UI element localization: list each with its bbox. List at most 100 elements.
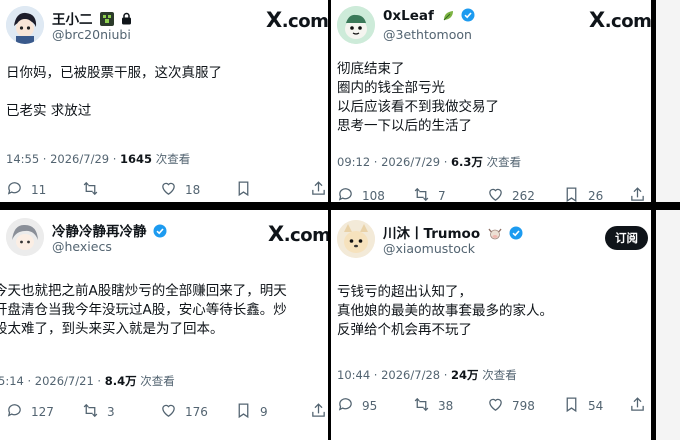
tweet-line: 反弹给个机会再不玩了 xyxy=(337,322,472,338)
tweet-text: 亏钱亏的超出认知了， 真他娘的最美的故事套最多的家人。 反弹给个机会再不玩了 xyxy=(337,283,553,340)
verified-badge-icon xyxy=(509,226,523,244)
bookmark-icon xyxy=(235,402,260,422)
tweet-line: 亏钱亏的超出认知了， xyxy=(337,284,472,300)
reply-button[interactable]: 127 xyxy=(6,402,54,422)
reply-count: 108 xyxy=(362,189,385,202)
tweet-line: 圈内的钱全部亏光 xyxy=(337,80,445,96)
bookmark-button[interactable]: 9 xyxy=(235,402,268,422)
user-handle[interactable]: @hexiecs xyxy=(52,239,112,254)
avatar[interactable] xyxy=(337,6,375,44)
repost-button[interactable]: 38 xyxy=(413,396,453,416)
like-count: 176 xyxy=(185,405,208,419)
bookmark-button[interactable]: 54 xyxy=(563,396,603,416)
views-label: 次查看 xyxy=(152,152,191,166)
views-label: 次查看 xyxy=(482,155,522,169)
bookmark-count: 54 xyxy=(588,399,604,413)
cropped-card-top xyxy=(656,0,680,202)
tweet-card: 0xLeaf @3ethtomoon X.com 彻底结束了 圈内的钱全部亏光 … xyxy=(331,0,651,202)
action-bar: 95 38 798 54 xyxy=(337,396,651,416)
like-count: 262 xyxy=(512,189,535,202)
x-logo: X.com xyxy=(268,222,328,246)
share-button[interactable] xyxy=(310,402,328,422)
reply-icon xyxy=(337,396,362,416)
bull-icon xyxy=(485,226,502,242)
display-name: 冷静冷静再冷静 xyxy=(52,224,147,240)
cropped-card-bottom xyxy=(656,210,680,440)
user-handle[interactable]: @xiaomustock xyxy=(383,241,475,256)
share-icon xyxy=(629,396,651,416)
share-button[interactable] xyxy=(310,180,328,200)
repost-count: 3 xyxy=(107,405,115,419)
tweet-line: 思考一下以后的生活了 xyxy=(337,118,472,134)
like-button[interactable]: 262 xyxy=(487,186,535,202)
like-button[interactable]: 798 xyxy=(487,396,535,416)
view-count: 1645 xyxy=(120,152,153,166)
bookmark-count: 9 xyxy=(260,405,268,419)
repost-count: 7 xyxy=(438,189,446,202)
x-icon: X xyxy=(589,8,605,32)
tweet-line: 股太难了，到头来买入就是为了回本。 xyxy=(0,321,224,337)
display-name: 川沐丨Trumoo xyxy=(383,226,481,242)
heart-icon xyxy=(487,396,512,416)
bookmark-button[interactable] xyxy=(235,180,260,200)
bookmark-button[interactable]: 26 xyxy=(563,186,603,202)
repost-icon xyxy=(82,180,107,200)
timestamp[interactable]: 5:14 · 2026/7/21 · xyxy=(0,374,105,388)
tweet-card: 川沐丨Trumoo @xiaomustock 订阅 亏钱亏的超出认知了， 真他娘… xyxy=(331,210,651,440)
user-handle[interactable]: @3ethtomoon xyxy=(383,27,472,42)
bookmark-icon xyxy=(563,396,588,416)
share-icon xyxy=(310,402,328,422)
share-icon xyxy=(629,186,651,202)
views-label: 次查看 xyxy=(478,368,517,382)
like-button[interactable]: 176 xyxy=(160,402,208,422)
reply-icon xyxy=(6,402,31,422)
reply-icon xyxy=(6,180,31,200)
like-count: 18 xyxy=(185,183,201,197)
action-bar: 11 18 xyxy=(6,180,328,200)
reply-button[interactable]: 95 xyxy=(337,396,377,416)
x-logo: X.com xyxy=(266,8,328,32)
badge-icon xyxy=(97,12,115,28)
tweet-text: 今天也就把之前A股瞎炒亏的全部赚回来了，明天 开盘清仓当我今年没玩过A股，安心等… xyxy=(0,282,287,339)
share-button[interactable] xyxy=(629,396,651,416)
lock-icon xyxy=(119,12,132,28)
subscribe-button[interactable]: 订阅 xyxy=(605,226,648,250)
user-handle[interactable]: @brc20niubi xyxy=(52,27,131,42)
repost-button[interactable]: 3 xyxy=(82,402,115,422)
reply-count: 127 xyxy=(31,405,54,419)
avatar[interactable] xyxy=(6,218,44,256)
tweet-line: 彻底结束了 xyxy=(337,61,405,77)
reply-icon xyxy=(337,186,362,202)
action-bar: 127 3 176 9 xyxy=(6,402,328,422)
share-button[interactable] xyxy=(629,186,651,202)
x-icon: X xyxy=(268,222,284,246)
repost-button[interactable]: 7 xyxy=(413,186,446,202)
avatar[interactable] xyxy=(6,6,44,44)
reply-button[interactable]: 11 xyxy=(6,180,46,200)
verified-badge-icon xyxy=(153,224,167,242)
tweet-line: 今天也就把之前A股瞎炒亏的全部赚回来了，明天 xyxy=(0,283,287,299)
panel-divider xyxy=(0,202,680,210)
view-count: 8.4万 xyxy=(104,374,137,388)
like-button[interactable]: 18 xyxy=(160,180,200,200)
reply-count: 95 xyxy=(362,399,378,413)
tweet-line: 已老实 求放过 xyxy=(6,103,92,119)
tweet-meta: 14:55 · 2026/7/29 · 1645 次查看 xyxy=(6,151,190,167)
display-name: 王小二 xyxy=(52,12,93,28)
like-count: 798 xyxy=(512,399,535,413)
reply-button[interactable]: 108 xyxy=(337,186,385,202)
timestamp[interactable]: 14:55 · 2026/7/29 · xyxy=(6,152,120,166)
tweet-meta: 09:12 · 2026/7/29 · 6.3万 次查看 xyxy=(337,154,521,170)
bookmark-icon xyxy=(235,180,260,200)
verified-badge-icon xyxy=(461,8,475,26)
tweet-line: 真他娘的最美的故事套最多的家人。 xyxy=(337,303,553,319)
timestamp[interactable]: 10:44 · 2026/7/28 · xyxy=(337,368,451,382)
display-name: 0xLeaf xyxy=(383,8,434,24)
view-count: 6.3万 xyxy=(451,155,483,169)
repost-icon xyxy=(82,402,107,422)
repost-button[interactable] xyxy=(82,180,107,200)
tweet-line: 开盘清仓当我今年没玩过A股，安心等待长鑫。炒 xyxy=(0,302,287,318)
tweet-meta: 5:14 · 2026/7/21 · 8.4万 次查看 xyxy=(0,373,175,389)
timestamp[interactable]: 09:12 · 2026/7/29 · xyxy=(337,155,451,169)
avatar[interactable] xyxy=(337,220,375,258)
